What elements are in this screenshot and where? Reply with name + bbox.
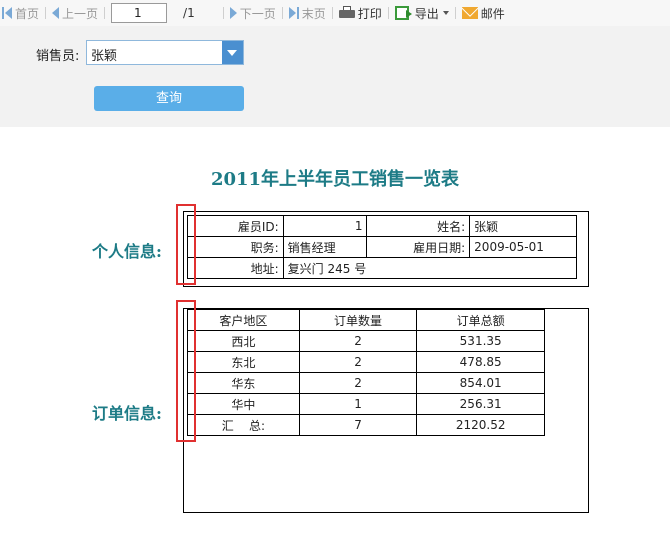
- table-row: 华中 1 256.31: [187, 393, 545, 415]
- first-page-button[interactable]: 首页: [2, 0, 39, 26]
- last-page-arrow-icon: [288, 7, 296, 19]
- salesperson-label: 销售员:: [36, 49, 80, 64]
- report-title: 2011年上半年员工销售一览表: [0, 165, 670, 191]
- chevron-down-icon[interactable]: [222, 41, 243, 64]
- print-label: 打印: [357, 6, 382, 21]
- report-title-text: 2011年上半年员工销售一览表: [210, 169, 460, 190]
- toolbar-divider: [331, 7, 333, 19]
- name-label: 姓名:: [366, 215, 471, 237]
- toolbar-divider: [222, 7, 224, 19]
- table-row: 职务: 销售经理 雇用日期: 2009-05-01: [187, 236, 577, 258]
- last-page-icon: [296, 7, 299, 19]
- address-label: 地址:: [187, 257, 284, 279]
- first-page-arrow-icon: [5, 7, 12, 19]
- prev-page-button[interactable]: 上一页: [52, 0, 98, 26]
- personal-info-label: 个人信息:: [92, 242, 162, 261]
- printer-icon: [338, 6, 355, 20]
- total-row: 汇 总: 7 2120.52: [187, 414, 545, 436]
- toolbar-divider: [454, 7, 456, 19]
- table-row: 雇员ID: 1 姓名: 张颖: [187, 215, 577, 237]
- first-page-icon: [2, 7, 4, 19]
- salesperson-select-value: 张颖: [91, 49, 118, 64]
- table-row: 华东 2 854.01: [187, 372, 545, 394]
- export-icon: [394, 6, 412, 20]
- report-toolbar: 首页 上一页 /1 下一页 末页 打印 导出 邮件: [0, 0, 670, 26]
- toolbar-divider: [104, 7, 106, 19]
- salesperson-select[interactable]: 张颖: [86, 40, 244, 65]
- address-value: 复兴门 245 号: [282, 257, 578, 279]
- next-page-icon: [229, 7, 237, 19]
- toolbar-divider: [387, 7, 389, 19]
- order-total-cell: 256.31: [416, 393, 545, 415]
- name-value: 张颖: [469, 215, 577, 237]
- table-row: 东北 2 478.85: [187, 351, 545, 373]
- total-count: 7: [298, 414, 418, 436]
- column-header: 客户地区: [187, 309, 300, 331]
- order-count-cell: 2: [298, 372, 418, 394]
- total-amount: 2120.52: [416, 414, 545, 436]
- page-number-input[interactable]: [111, 3, 168, 23]
- total-label: 汇 总:: [187, 414, 300, 436]
- table-row: 地址: 复兴门 245 号: [187, 257, 578, 279]
- job-title-value: 销售经理: [282, 236, 368, 258]
- mail-icon: [461, 7, 478, 19]
- toolbar-divider: [45, 7, 47, 19]
- export-button[interactable]: 导出: [394, 0, 449, 26]
- personal-info-highlight: [176, 204, 196, 285]
- employee-id-label: 雇员ID:: [187, 215, 284, 237]
- query-button[interactable]: 查询: [94, 86, 244, 111]
- filter-panel: 销售员: 张颖 查询: [0, 26, 670, 127]
- employee-id-value: 1: [282, 215, 368, 237]
- toolbar-divider: [281, 7, 283, 19]
- next-page-button[interactable]: 下一页: [229, 0, 276, 26]
- mail-button[interactable]: 邮件: [461, 0, 505, 26]
- prev-page-label: 上一页: [62, 6, 99, 21]
- export-label: 导出: [414, 6, 439, 21]
- region-cell: 华中: [187, 393, 300, 415]
- prev-page-icon: [52, 7, 60, 19]
- last-page-label: 末页: [301, 6, 326, 21]
- next-page-label: 下一页: [239, 6, 276, 21]
- column-header: 订单数量: [298, 309, 418, 331]
- chevron-down-icon: [442, 11, 449, 15]
- mail-label: 邮件: [480, 6, 505, 21]
- order-count-cell: 1: [298, 393, 418, 415]
- order-info-highlight: [176, 300, 196, 442]
- table-row: 西北 2 531.35: [187, 330, 545, 352]
- hire-date-label: 雇用日期:: [366, 236, 471, 258]
- last-page-button[interactable]: 末页: [288, 0, 326, 26]
- order-total-cell: 531.35: [416, 330, 545, 352]
- job-title-label: 职务:: [187, 236, 284, 258]
- order-count-cell: 2: [298, 330, 418, 352]
- region-cell: 西北: [187, 330, 300, 352]
- hire-date-value: 2009-05-01: [469, 236, 577, 258]
- page-total: /1: [183, 6, 195, 20]
- personal-info-table: 雇员ID: 1 姓名: 张颖 职务: 销售经理 雇用日期: 2009-05-01…: [187, 215, 578, 279]
- order-count-cell: 2: [298, 351, 418, 373]
- print-button[interactable]: 打印: [338, 0, 382, 26]
- order-total-cell: 854.01: [416, 372, 545, 394]
- table-header-row: 客户地区 订单数量 订单总额: [187, 309, 545, 331]
- column-header: 订单总额: [416, 309, 545, 331]
- region-cell: 华东: [187, 372, 300, 394]
- orders-table: 客户地区 订单数量 订单总额 西北 2 531.35 东北 2 478.85 华…: [187, 309, 545, 436]
- region-cell: 东北: [187, 351, 300, 373]
- order-info-label: 订单信息:: [92, 404, 162, 423]
- order-total-cell: 478.85: [416, 351, 545, 373]
- first-page-label: 首页: [15, 6, 40, 21]
